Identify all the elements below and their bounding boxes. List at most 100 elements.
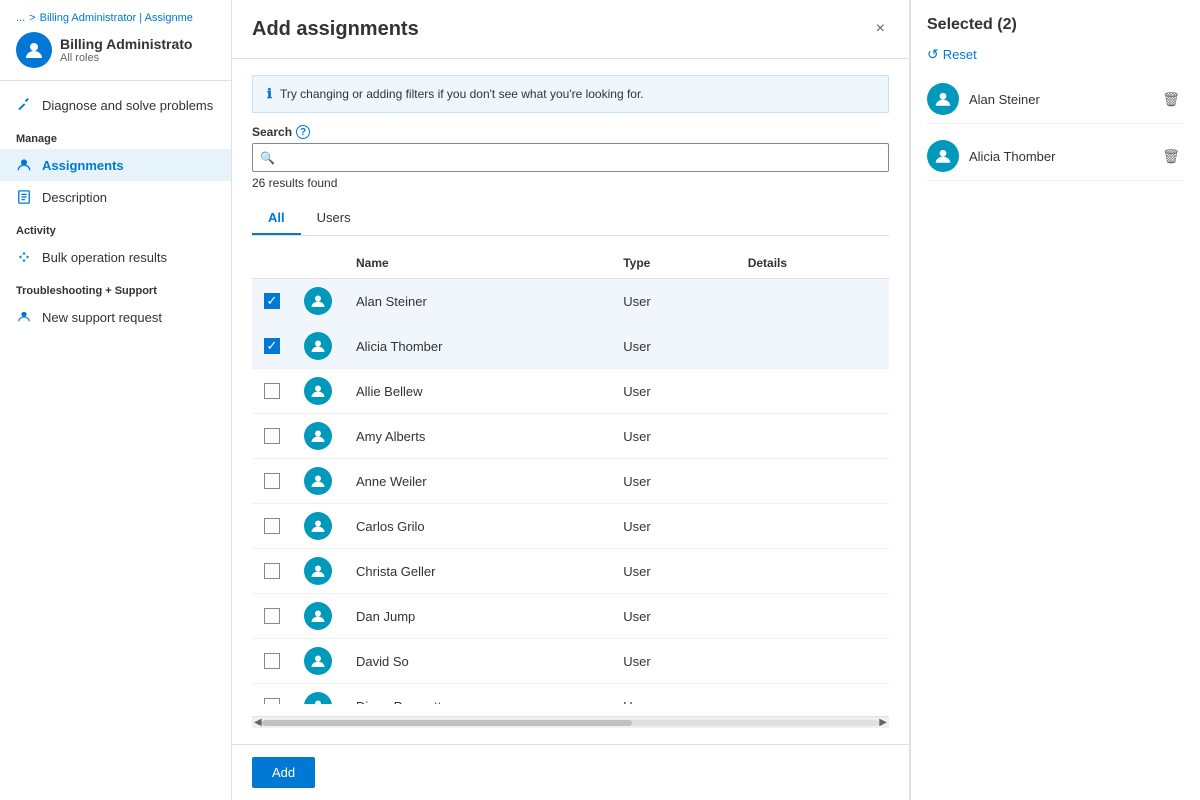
sidebar-nav: Diagnose and solve problems Manage Assig… xyxy=(0,81,231,800)
table-row: ✓ Alan SteinerUser xyxy=(252,279,889,324)
main-area: Add assignments × ℹ Try changing or addi… xyxy=(232,0,1200,800)
search-label: Search ? xyxy=(252,125,889,139)
row-checkbox[interactable] xyxy=(264,563,280,579)
scroll-left-arrow[interactable]: ◀ xyxy=(254,717,262,728)
tabs: All Users xyxy=(252,202,889,236)
user-name: David So xyxy=(344,639,611,684)
sidebar: ... > Billing Administrator | Assignme B… xyxy=(0,0,232,800)
user-type: User xyxy=(611,324,735,369)
breadcrumb-dots[interactable]: ... xyxy=(16,12,25,24)
row-checkbox[interactable] xyxy=(264,473,280,489)
info-icon: ℹ xyxy=(267,86,272,102)
info-banner: ℹ Try changing or adding filters if you … xyxy=(252,75,889,113)
user-details xyxy=(736,414,889,459)
user-name: Amy Alberts xyxy=(344,414,611,459)
sidebar-item-bulk[interactable]: Bulk operation results xyxy=(0,241,231,273)
breadcrumb: ... > Billing Administrator | Assignme xyxy=(16,12,215,24)
user-details xyxy=(736,324,889,369)
row-checkbox[interactable]: ✓ xyxy=(264,338,280,354)
modal-header: Add assignments × xyxy=(232,0,909,59)
selected-item: Alicia Thomber 🗑 xyxy=(927,132,1184,181)
table-row: David SoUser xyxy=(252,639,889,684)
user-name: Dan Jump xyxy=(344,594,611,639)
user-details xyxy=(736,549,889,594)
users-table: Name Type Details ✓Alan SteinerUser✓Alic… xyxy=(252,248,889,704)
user-avatar xyxy=(304,467,332,495)
search-section: Search ? 🔍 26 results found xyxy=(252,125,889,190)
search-icon: 🔍 xyxy=(260,151,275,165)
scrollbar-thumb[interactable] xyxy=(262,720,633,726)
scroll-right-arrow[interactable]: ▶ xyxy=(879,717,887,728)
delete-item-button[interactable]: 🗑 xyxy=(1158,146,1184,167)
user-avatar xyxy=(304,512,332,540)
table-row: Christa GellerUser xyxy=(252,549,889,594)
user-avatar xyxy=(304,692,332,704)
add-button[interactable]: Add xyxy=(252,757,315,788)
results-count: 26 results found xyxy=(252,176,889,190)
user-avatar xyxy=(304,557,332,585)
person-icon xyxy=(16,157,32,173)
modal-left-panel: Add assignments × ℹ Try changing or addi… xyxy=(232,0,910,800)
search-help-icon: ? xyxy=(296,125,310,139)
user-details xyxy=(736,459,889,504)
user-name: Alicia Thomber xyxy=(344,324,611,369)
user-name: Diane Prescott xyxy=(344,684,611,705)
modal-footer: Add xyxy=(232,744,909,800)
selected-list: Alan Steiner 🗑 Alicia Thomber 🗑 xyxy=(927,75,1184,181)
wrench-icon xyxy=(16,97,32,113)
user-details xyxy=(736,594,889,639)
breadcrumb-link[interactable]: Billing Administrator | Assignme xyxy=(40,12,193,24)
row-checkbox[interactable] xyxy=(264,653,280,669)
col-name: Name xyxy=(344,248,611,279)
user-avatar xyxy=(304,647,332,675)
tab-all[interactable]: All xyxy=(252,202,301,235)
sidebar-title: Billing Administrato xyxy=(60,36,192,52)
user-type: User xyxy=(611,279,735,324)
reset-button[interactable]: ↺ Reset xyxy=(927,46,1184,63)
user-type: User xyxy=(611,639,735,684)
delete-item-button[interactable]: 🗑 xyxy=(1158,89,1184,110)
user-type: User xyxy=(611,459,735,504)
row-checkbox[interactable]: ✓ xyxy=(264,293,280,309)
sidebar-item-assignments[interactable]: Assignments xyxy=(0,149,231,181)
search-input[interactable] xyxy=(252,143,889,172)
sidebar-item-diagnose[interactable]: Diagnose and solve problems xyxy=(0,89,231,121)
modal-body: ℹ Try changing or adding filters if you … xyxy=(232,59,909,744)
sidebar-item-description[interactable]: Description xyxy=(0,181,231,213)
table-row: Allie BellewUser xyxy=(252,369,889,414)
sidebar-item-label-description: Description xyxy=(42,190,107,205)
selected-item-avatar xyxy=(927,83,959,115)
row-checkbox[interactable] xyxy=(264,698,280,704)
sidebar-item-support[interactable]: New support request xyxy=(0,301,231,333)
user-avatar xyxy=(304,602,332,630)
selected-title: Selected (2) xyxy=(927,16,1017,34)
table-wrapper: Name Type Details ✓Alan SteinerUser✓Alic… xyxy=(252,248,889,704)
user-avatar xyxy=(304,287,332,315)
scrollbar-track xyxy=(262,720,880,726)
user-details xyxy=(736,639,889,684)
sidebar-header: ... > Billing Administrator | Assignme B… xyxy=(0,0,231,81)
table-row: Anne WeilerUser xyxy=(252,459,889,504)
user-name: Alan Steiner xyxy=(344,279,611,324)
tab-users[interactable]: Users xyxy=(301,202,367,235)
user-type: User xyxy=(611,414,735,459)
horizontal-scrollbar[interactable]: ◀ ▶ xyxy=(252,716,889,728)
reset-icon: ↺ xyxy=(927,46,939,63)
close-button[interactable]: × xyxy=(872,16,889,42)
row-checkbox[interactable] xyxy=(264,608,280,624)
breadcrumb-separator: > xyxy=(29,12,35,24)
row-checkbox[interactable] xyxy=(264,383,280,399)
sidebar-item-label-diagnose: Diagnose and solve problems xyxy=(42,98,213,113)
sidebar-section-manage: Manage xyxy=(0,121,231,149)
table-row: Dan JumpUser xyxy=(252,594,889,639)
search-input-wrap: 🔍 xyxy=(252,143,889,172)
reset-label: Reset xyxy=(943,47,977,62)
document-icon xyxy=(16,189,32,205)
table-row: Amy AlbertsUser xyxy=(252,414,889,459)
user-details xyxy=(736,279,889,324)
row-checkbox[interactable] xyxy=(264,518,280,534)
user-details xyxy=(736,504,889,549)
row-checkbox[interactable] xyxy=(264,428,280,444)
sidebar-subtitle: All roles xyxy=(60,52,192,64)
col-type: Type xyxy=(611,248,735,279)
